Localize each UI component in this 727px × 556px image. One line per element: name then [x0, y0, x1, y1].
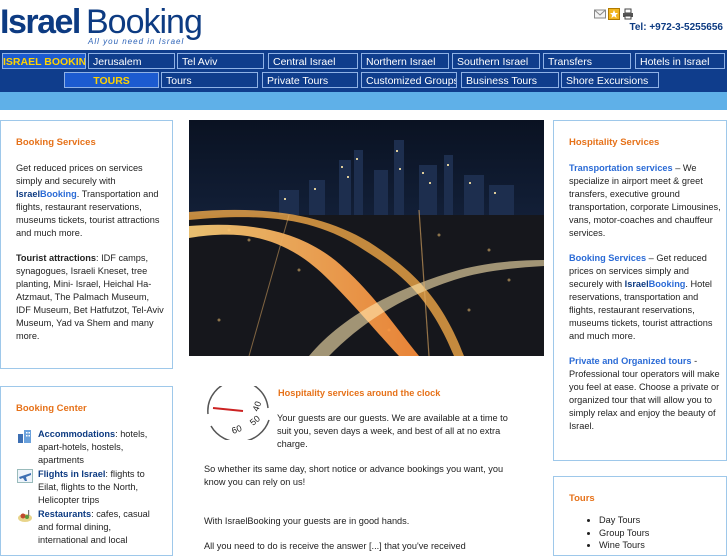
transportation-services-link[interactable]: Transportation services	[569, 163, 673, 173]
svg-text:40: 40	[250, 400, 263, 413]
nav-customized-groups[interactable]: Customized Groups	[361, 72, 457, 88]
airplane-icon	[17, 469, 33, 483]
flights-link[interactable]: Flights in Israel	[38, 469, 105, 479]
booking-services-box: Booking Services Get reduced prices on s…	[0, 120, 173, 369]
tourist-attractions-text: Tourist attractions: IDF camps, synagogu…	[16, 252, 164, 343]
building-icon	[18, 430, 31, 443]
booking-center-box: Booking Center Accommodations: hotels, a…	[0, 386, 173, 556]
center-paragraph-1: Your guests are our guests. We are avail…	[277, 413, 508, 449]
svg-text:50: 50	[248, 413, 262, 427]
restaurant-icon	[18, 510, 32, 522]
nav-business-tours[interactable]: Business Tours	[461, 72, 559, 88]
brand-booking[interactable]: Booking	[40, 189, 77, 199]
nav-shore-excursions[interactable]: Shore Excursions	[561, 72, 659, 88]
list-item[interactable]: Group Tours	[599, 527, 649, 540]
logo-tagline: All you need in Israel	[88, 37, 185, 46]
tourist-attractions-label: Tourist attractions	[16, 253, 96, 263]
phone-number: Tel: +972-3-5255656	[629, 22, 724, 33]
center-paragraph-4: All you need to do is receive the answer…	[204, 541, 466, 551]
header-strip	[0, 92, 727, 110]
booking-services-text: Get reduced prices on services simply an…	[16, 162, 164, 240]
tourist-attractions-list: : IDF camps, synagogues, Israeli Kneset,…	[16, 253, 164, 341]
nav-transfers[interactable]: Transfers	[543, 53, 631, 69]
private-tours-text: Private and Organized tours - Profession…	[569, 355, 725, 433]
tours-list: Day Tours Group Tours Wine Tours	[583, 514, 649, 552]
accommodations-text: Accommodations: hotels, apart-hotels, ho…	[38, 428, 156, 467]
logo-booking[interactable]: Booking	[86, 2, 203, 42]
list-item[interactable]: Day Tours	[599, 514, 649, 527]
header-tools	[594, 8, 634, 20]
accommodations-link[interactable]: Accommodations	[38, 429, 115, 439]
private-tours-link[interactable]: Private and Organized tours	[569, 356, 692, 366]
hospitality-services-box: Hospitality Services Transportation serv…	[553, 120, 727, 461]
nav-tours[interactable]: Tours	[161, 72, 258, 88]
nav-private-tours[interactable]: Private Tours	[262, 72, 358, 88]
transportation-services-desc: – We specialize in airport meet & greet …	[569, 163, 721, 238]
city-night-image	[189, 120, 544, 356]
print-icon[interactable]	[622, 8, 634, 20]
center-paragraph-3: With IsraelBooking your guests are in go…	[204, 516, 410, 526]
svg-text:60: 60	[230, 423, 243, 436]
email-icon[interactable]	[594, 8, 606, 20]
nav-jerusalem[interactable]: Jerusalem	[88, 53, 175, 69]
list-item[interactable]: Wine Tours	[599, 539, 649, 552]
restaurants-link[interactable]: Restaurants	[38, 509, 91, 519]
brand-israel: Israel	[624, 279, 649, 289]
main-navigation: ISRAEL BOOKING Jerusalem Tel Aviv Centra…	[0, 50, 727, 92]
booking-center-item: Flights in Israel: flights to Eilat, fli…	[17, 468, 156, 507]
brand-booking[interactable]: Booking	[649, 279, 686, 289]
tel-aviv-night-photo	[189, 120, 544, 356]
booking-services-title: Booking Services	[16, 137, 96, 148]
transportation-services-text: Transportation services – We specialize …	[569, 162, 725, 240]
center-heading: Hospitality services around the clock	[278, 388, 441, 398]
nav-tours-label[interactable]: TOURS	[64, 72, 159, 88]
tours-title: Tours	[569, 493, 595, 504]
booking-center-item: Accommodations: hotels, apart-hotels, ho…	[17, 428, 156, 467]
nav-israel-booking[interactable]: ISRAEL BOOKING	[2, 53, 86, 69]
nav-hotels-in-israel[interactable]: Hotels in Israel	[635, 53, 725, 69]
nav-southern-israel[interactable]: Southern Israel	[452, 53, 540, 69]
nav-central-israel[interactable]: Central Israel	[268, 53, 358, 69]
center-paragraph-2: So whether its same day, short notice or…	[204, 464, 504, 487]
restaurants-text: Restaurants: cafes, casual and formal di…	[38, 508, 156, 547]
nav-tel-aviv[interactable]: Tel Aviv	[177, 53, 264, 69]
logo-israel[interactable]: Israel	[0, 2, 81, 42]
flights-text: Flights in Israel: flights to Eilat, fli…	[38, 468, 156, 507]
brand-israel: Israel	[16, 189, 41, 199]
clock-icon: 60 50 40	[207, 386, 270, 440]
nav-northern-israel[interactable]: Northern Israel	[361, 53, 449, 69]
booking-center-item: Restaurants: cafes, casual and formal di…	[17, 508, 156, 547]
booking-services-right-text: Booking Services – Get reduced prices on…	[569, 252, 725, 343]
hospitality-services-title: Hospitality Services	[569, 137, 660, 148]
favorite-icon[interactable]	[608, 8, 620, 20]
booking-center-title: Booking Center	[16, 403, 87, 414]
private-tours-desc: - Professional tour operators will make …	[569, 356, 720, 431]
booking-services-intro: Get reduced prices on services simply an…	[16, 163, 143, 186]
booking-services-link[interactable]: Booking Services	[569, 253, 646, 263]
